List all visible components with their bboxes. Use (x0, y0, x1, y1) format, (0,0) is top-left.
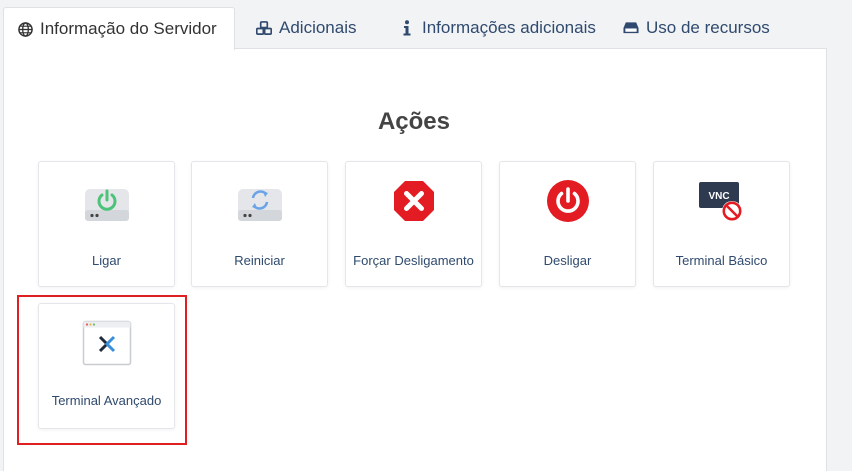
tab-addons-label: Adicionais (279, 18, 357, 37)
force-stop-icon (392, 179, 436, 228)
power-off-icon (546, 179, 590, 228)
basic-terminal-button[interactable]: VNC Terminal Básico (653, 161, 790, 287)
force-shutdown-label: Forçar Desligamento (353, 252, 474, 268)
advanced-terminal-icon (82, 320, 132, 371)
power-on-button[interactable]: Ligar (38, 161, 175, 287)
force-shutdown-button[interactable]: Forçar Desligamento (345, 161, 482, 287)
vnc-terminal-icon: VNC (698, 179, 746, 228)
tab-server-info[interactable]: Informação do Servidor (3, 7, 235, 50)
tab-bar: Informação do Servidor Adicionais Inform… (3, 7, 833, 50)
restart-button[interactable]: Reiniciar (191, 161, 328, 287)
shutdown-button[interactable]: Desligar (499, 161, 636, 287)
shutdown-label: Desligar (543, 252, 592, 268)
globe-icon (17, 21, 33, 37)
restart-drive-icon (236, 183, 284, 228)
advanced-terminal-button[interactable]: Terminal Avançado (38, 303, 175, 429)
tab-additional-info-label: Informações adicionais (422, 18, 596, 37)
actions-title: Ações (377, 108, 451, 135)
tab-server-info-label: Informação do Servidor (40, 19, 217, 38)
restart-label: Reiniciar (234, 252, 285, 268)
power-on-drive-icon (83, 183, 131, 228)
advanced-terminal-label: Terminal Avançado (51, 392, 162, 408)
cubes-icon (256, 20, 272, 36)
svg-text:VNC: VNC (708, 191, 729, 202)
basic-terminal-label: Terminal Básico (675, 252, 768, 268)
inbox-icon (623, 20, 639, 36)
tab-resource-usage[interactable]: Uso de recursos (610, 7, 783, 49)
tab-addons[interactable]: Adicionais (243, 7, 370, 49)
power-on-label: Ligar (92, 252, 121, 268)
tab-additional-info[interactable]: Informações adicionais (386, 7, 609, 49)
tab-resource-usage-label: Uso de recursos (646, 18, 770, 37)
info-icon (399, 20, 415, 36)
